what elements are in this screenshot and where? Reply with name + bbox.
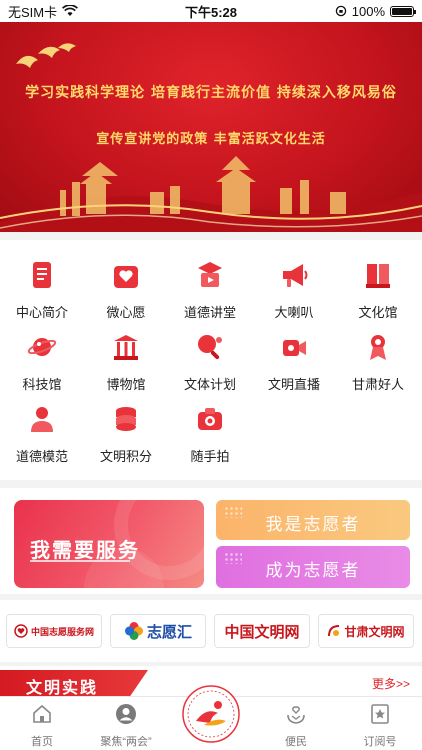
become-volunteer-label: 成为志愿者 [265,561,361,581]
book-building-icon [366,264,390,288]
need-service-button[interactable]: 我需要服务 [14,500,204,588]
gswm-logo-text: 甘肃文明网 [344,624,405,639]
zyh-link[interactable]: 志愿汇 [110,614,206,648]
clock: 下午5:28 [184,4,238,20]
grid-label: 大喇叭 [274,305,314,320]
status-bar: 无SIM卡 下午5:28 100% [0,0,422,22]
grid-label: 道德模范 [15,449,68,464]
live-camera-icon [283,340,306,356]
grid-item-sports-plan[interactable]: 文体计划 [168,332,252,393]
heart-box-icon [114,266,138,288]
carrier-label: 无SIM卡 [8,4,58,20]
document-icon [33,262,51,288]
grid-label: 博物馆 [106,377,146,392]
tab-label: 聚焦“两会” [100,736,152,748]
home-icon [33,704,51,723]
section-title: 文明实践 [26,678,99,697]
grid-item-loudspeaker[interactable]: 大喇叭 [252,260,336,321]
camera-icon [198,408,222,430]
grid-item-moral-models[interactable]: 道德模范 [0,404,84,465]
tab-label: 首页 [31,736,53,748]
star-bookmark-icon [371,704,389,724]
zgzy-link[interactable]: 中国志愿服务网 [6,614,102,648]
lecture-icon [198,262,222,287]
wifi-icon [62,5,79,16]
center-logo-icon[interactable] [172,683,250,745]
grid-label: 文明积分 [99,449,152,464]
grid-item-civilization-points[interactable]: 文明积分 [84,404,168,465]
megaphone-icon [283,264,308,287]
tab-convenience[interactable]: 便民 [256,703,336,749]
feature-grid: 中心简介 微心愿 道德讲堂 大喇叭 文化馆 科技馆 博物馆 文体计划 文明直播 … [0,240,422,480]
wmw-logo-text: 中国文明网 [224,622,300,641]
gswm-link[interactable]: 甘肃文明网 [318,614,414,648]
grid-item-gansu-good-people[interactable]: 甘肃好人 [336,332,420,393]
grid-item-culture-hall[interactable]: 文化馆 [336,260,420,321]
more-link[interactable]: 更多>> [372,675,410,692]
i-am-volunteer-button[interactable]: 我是志愿者 [216,500,410,540]
planet-icon [27,338,57,356]
grid-item-science-museum[interactable]: 科技馆 [0,332,84,393]
grid-label: 甘肃好人 [351,377,404,392]
pinwheel-icon [124,622,143,640]
i-am-volunteer-label: 我是志愿者 [265,515,361,535]
tab-subscriptions[interactable]: 订阅号 [340,703,420,749]
battery-percent: 100% [351,3,385,19]
hero-banner[interactable]: 学习实践科学理论 培育践行主流价值 持续深入移风易俗 宣传宣讲党的政策 丰富活跃… [0,22,422,232]
grid-label: 文化馆 [358,305,398,320]
grid-label: 文明直播 [267,377,320,392]
bottom-tab-bar: 首页 聚焦“两会” 便民 订阅号 [0,685,422,750]
zyh-logo-text: 志愿汇 [146,622,192,641]
grid-label: 中心简介 [15,305,68,320]
zgzy-logo-text: 中国志愿服务网 [30,626,94,637]
grid-label: 随手拍 [190,449,230,464]
tab-focus-two-sessions[interactable]: 聚焦“两会” [86,703,166,749]
grid-item-micro-wish[interactable]: 微心愿 [84,260,168,321]
pingpong-icon [198,335,222,360]
doves-icon [16,43,76,68]
person-icon [31,407,53,432]
grid-label: 微心愿 [106,305,146,320]
grid-label: 科技馆 [22,377,62,392]
tab-label: 便民 [285,736,307,748]
wmw-link[interactable]: 中国文明网 [214,614,310,648]
banner-slogan-line1: 学习实践科学理论 培育践行主流价值 持续深入移风易俗 [25,85,397,101]
grid-item-moral-lecture[interactable]: 道德讲堂 [168,260,252,321]
grid-item-museum[interactable]: 博物馆 [84,332,168,393]
museum-icon [114,335,138,360]
need-service-label: 我需要服务 [30,538,140,562]
volunteer-service-panel: 我需要服务 我是志愿者 成为志愿者 [0,488,422,594]
battery-icon [390,5,416,17]
grid-item-center-intro[interactable]: 中心简介 [0,260,84,321]
avatar-icon [116,704,136,724]
grid-label: 文体计划 [183,377,236,392]
hands-heart-icon [287,706,305,724]
coins-icon [116,407,136,431]
grid-label: 道德讲堂 [183,305,236,320]
tab-home[interactable]: 首页 [2,703,82,749]
grid-item-civilization-live[interactable]: 文明直播 [252,332,336,393]
become-volunteer-button[interactable]: 成为志愿者 [216,546,410,588]
volunteer-emblem-icon [14,624,28,638]
award-person-icon [370,335,386,360]
partner-links: 中国志愿服务网 志愿汇 中国文明网 甘肃文明网 [0,600,422,662]
grid-item-snapshot[interactable]: 随手拍 [168,404,252,465]
tab-label: 订阅号 [363,736,397,748]
orientation-lock-icon [335,5,346,17]
gansu-emblem-icon [328,625,340,637]
city-skyline-graphic [0,156,422,232]
